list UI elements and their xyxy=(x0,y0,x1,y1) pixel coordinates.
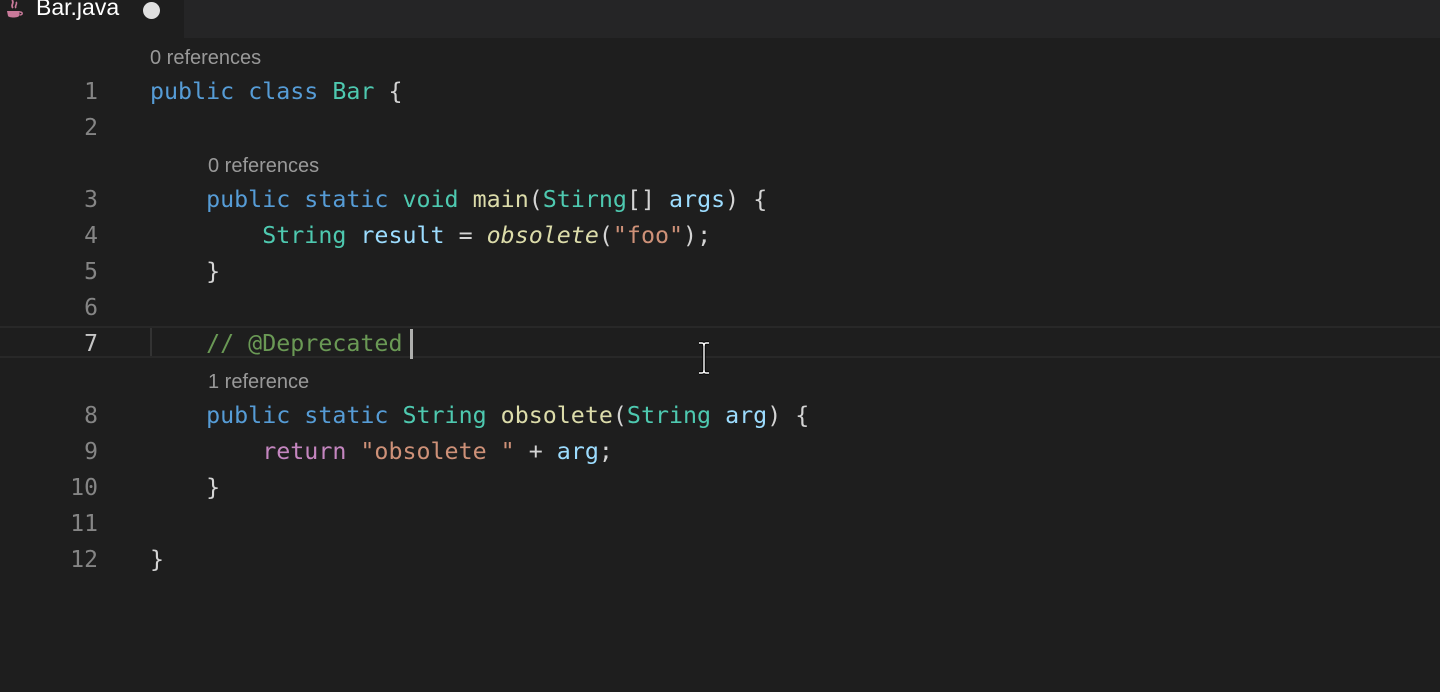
type-name: String xyxy=(262,222,347,249)
type-name: Stirng xyxy=(542,186,627,213)
line-number: 3 xyxy=(84,187,98,213)
brace: { xyxy=(388,78,403,105)
keyword-type: void xyxy=(402,186,459,213)
code-line-5: } xyxy=(150,254,220,290)
brace: { xyxy=(753,186,768,213)
parameter: arg xyxy=(725,402,768,429)
code-line-4: String result = obsolete("foo"); xyxy=(150,218,711,254)
code-line-10: } xyxy=(150,470,220,506)
keyword: static xyxy=(304,402,389,429)
keyword: public xyxy=(206,402,291,429)
keyword: static xyxy=(304,186,389,213)
keyword: class xyxy=(248,78,319,105)
java-icon xyxy=(7,0,23,18)
keyword-return: return xyxy=(262,438,347,465)
line-number: 5 xyxy=(84,259,98,285)
variable: result xyxy=(360,222,445,249)
keyword: public xyxy=(150,78,235,105)
line-number: 11 xyxy=(70,511,98,537)
code-line-9: return "obsolete " + arg; xyxy=(150,434,613,470)
brace: } xyxy=(206,474,221,501)
codelens-obsolete-references[interactable]: 1 reference xyxy=(208,370,309,394)
codelens-main-references[interactable]: 0 references xyxy=(208,154,319,178)
codelens-class-references[interactable]: 0 references xyxy=(150,46,261,70)
tab-bar: Bar.java xyxy=(0,0,1440,38)
code-editor[interactable]: 0 references 0 references 1 reference 1 … xyxy=(0,38,1440,692)
line-number: 10 xyxy=(70,475,98,501)
paren: ( xyxy=(528,186,543,213)
string-literal: "obsolete " xyxy=(360,438,515,465)
array-brackets: [] xyxy=(626,186,655,213)
code-line-7: // @Deprecated xyxy=(150,326,402,362)
type-name: String xyxy=(626,402,712,429)
code-line-1: public class Bar { xyxy=(150,74,403,110)
brace: } xyxy=(150,546,165,573)
tab-title: Bar.java xyxy=(36,0,120,20)
parameter: args xyxy=(669,186,726,213)
class-name: Bar xyxy=(332,78,375,105)
line-number: 6 xyxy=(84,295,98,321)
paren: ) xyxy=(725,186,740,213)
code-line-3: public static void main(Stirng[] args) { xyxy=(150,182,767,218)
line-number: 9 xyxy=(84,439,98,465)
line-number: 2 xyxy=(84,115,98,141)
method-name: main xyxy=(472,186,529,213)
comment: // @Deprecated xyxy=(206,330,403,357)
code-line-12: } xyxy=(150,542,164,578)
line-number: 4 xyxy=(84,223,98,249)
paren: ); xyxy=(683,222,712,249)
operator: + xyxy=(528,438,543,465)
ibeam-cursor-icon xyxy=(699,341,709,375)
deprecated-method-call: obsolete xyxy=(486,222,599,249)
line-number: 8 xyxy=(84,403,98,429)
line-number: 1 xyxy=(84,79,98,105)
operator: = xyxy=(458,222,473,249)
keyword: public xyxy=(206,186,291,213)
brace: { xyxy=(795,402,810,429)
brace: } xyxy=(206,258,221,285)
method-name: obsolete xyxy=(500,402,613,429)
text-caret xyxy=(410,329,413,359)
semicolon: ; xyxy=(598,438,613,465)
string-literal: "foo" xyxy=(612,222,684,249)
line-number: 12 xyxy=(70,547,98,573)
paren: ) xyxy=(767,402,782,429)
type-name: String xyxy=(402,402,487,429)
paren: ( xyxy=(598,222,613,249)
tab-bar-java[interactable]: Bar.java xyxy=(0,0,184,38)
code-line-8: public static String obsolete(String arg… xyxy=(150,398,809,434)
line-number-active: 7 xyxy=(84,331,98,357)
variable: arg xyxy=(556,438,599,465)
unsaved-dot-icon[interactable] xyxy=(143,2,160,19)
paren: ( xyxy=(612,402,627,429)
